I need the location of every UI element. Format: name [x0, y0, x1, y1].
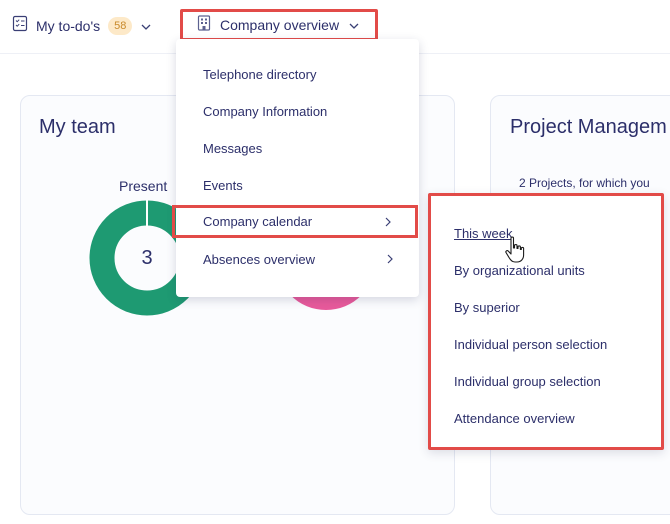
todo-menu-button[interactable]: My to-do's 58 [12, 15, 152, 37]
present-label: Present [119, 178, 168, 194]
menu-item-company-information[interactable]: Company Information [176, 93, 419, 130]
chevron-down-icon [348, 19, 360, 31]
company-overview-menu: Telephone directory Company Information … [172, 39, 419, 297]
submenu-item-by-superior[interactable]: By superior [454, 300, 520, 315]
todo-label: My to-do's [36, 18, 101, 34]
my-team-title: My team [39, 116, 116, 138]
chevron-right-icon [387, 254, 393, 264]
submenu-item-attendance-overview[interactable]: Attendance overview [454, 411, 575, 426]
building-icon [197, 14, 211, 36]
menu-item-label: Company Information [203, 104, 328, 119]
company-overview-label: Company overview [220, 17, 340, 33]
submenu-item-by-organizational-units[interactable]: By organizational units [454, 263, 585, 278]
project-summary-text: 2 Projects, for which you [519, 176, 650, 190]
menu-item-company-calendar[interactable]: Company calendar [172, 205, 418, 238]
menu-item-events[interactable]: Events [176, 167, 419, 204]
menu-item-messages[interactable]: Messages [176, 130, 419, 167]
company-calendar-submenu: This week By organizational units By sup… [428, 193, 664, 450]
submenu-item-individual-person-selection[interactable]: Individual person selection [454, 337, 607, 352]
menu-item-label: Telephone directory [203, 67, 317, 82]
hand-pointer-cursor-icon [505, 236, 525, 263]
submenu-item-individual-group-selection[interactable]: Individual group selection [454, 374, 601, 389]
todo-count-badge: 58 [108, 17, 133, 35]
chevron-down-icon [140, 20, 152, 32]
menu-item-label: Company calendar [203, 214, 313, 229]
company-overview-button[interactable]: Company overview [180, 9, 378, 41]
menu-item-label: Absences overview [203, 252, 315, 267]
menu-item-label: Messages [203, 141, 263, 156]
project-management-title: Project Managem [510, 116, 667, 138]
chevron-right-icon [385, 217, 391, 227]
menu-item-label: Events [203, 178, 243, 193]
checklist-icon [12, 15, 28, 37]
menu-item-absences-overview[interactable]: Absences overview [176, 241, 419, 278]
menu-item-telephone-directory[interactable]: Telephone directory [176, 56, 419, 93]
